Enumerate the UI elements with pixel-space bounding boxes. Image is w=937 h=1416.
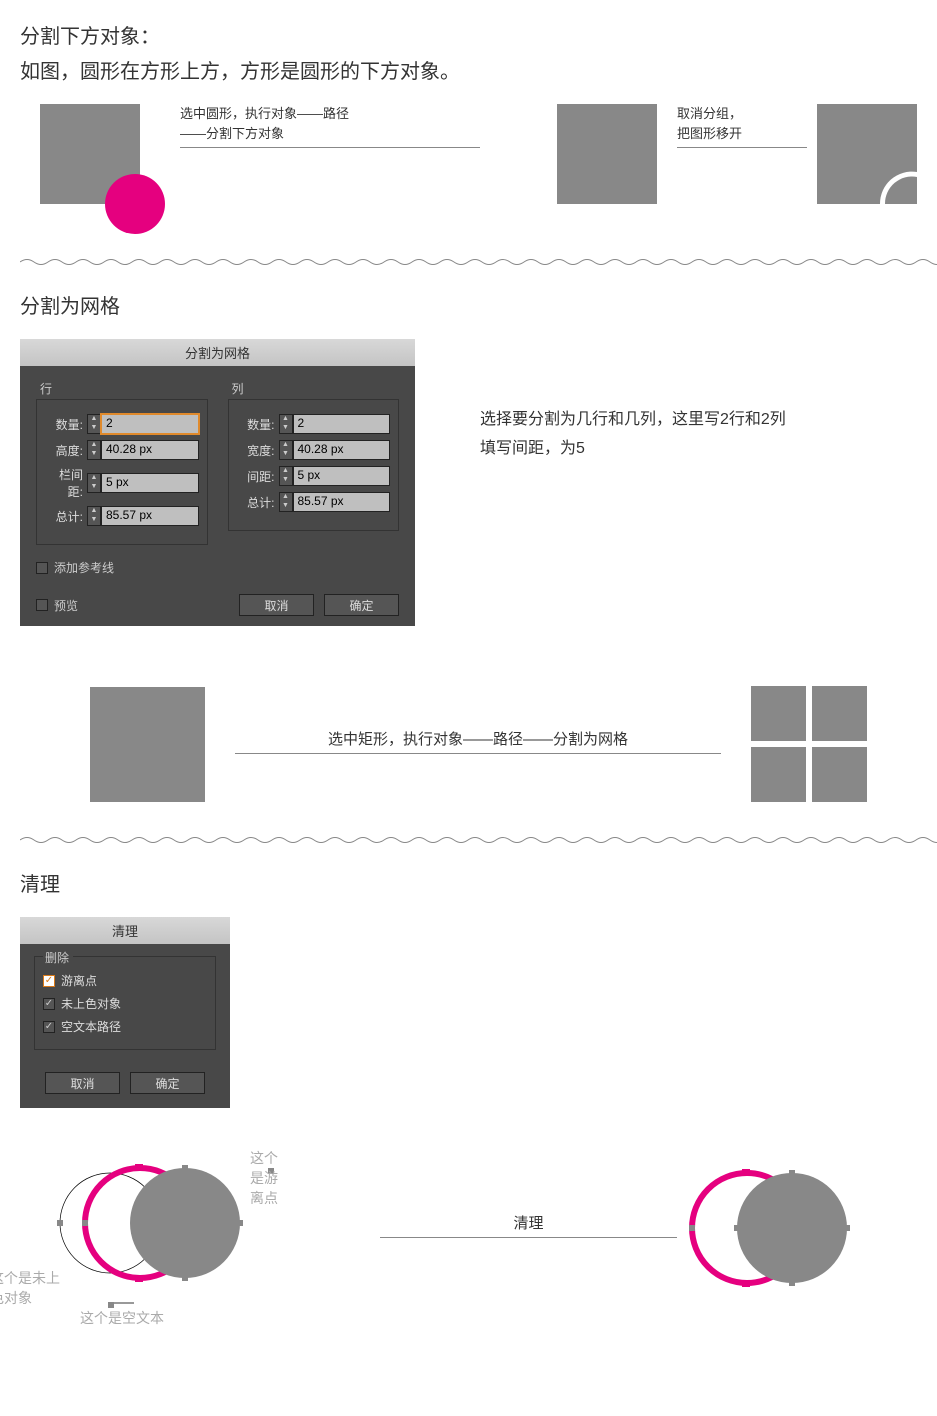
- col-count-label: 数量:: [237, 416, 279, 433]
- shape-square-plain: [557, 104, 657, 204]
- section1-illustration-row: 选中圆形，执行对象——路径——分割下方对象 取消分组， 把图形移开: [40, 104, 917, 234]
- wavy-divider-2: [20, 835, 937, 845]
- section1-title: 分割下方对象：: [20, 20, 917, 49]
- annot-emptytext: 这个是空文本: [80, 1308, 164, 1328]
- col-group-label: 列: [228, 380, 400, 397]
- col-count-input[interactable]: 2: [293, 414, 391, 434]
- divider-line-2: [677, 147, 807, 148]
- after-cleanup-illustration: [677, 1158, 877, 1298]
- stepper[interactable]: ▲▼: [279, 466, 293, 486]
- dialog-title: 分割为网格: [20, 339, 415, 366]
- divider-line-4: [380, 1237, 677, 1238]
- divider-line: [180, 147, 480, 148]
- unfilled-checkbox[interactable]: [43, 998, 55, 1010]
- result-grid: [751, 686, 867, 802]
- col-gap-input[interactable]: 5 px: [293, 466, 391, 486]
- ok-button[interactable]: 确定: [324, 594, 399, 616]
- stepper[interactable]: ▲▼: [87, 414, 101, 434]
- row-group-label: 行: [36, 380, 208, 397]
- col-gap-label: 间距:: [237, 468, 279, 485]
- add-guides-checkbox[interactable]: [36, 562, 48, 574]
- cleanup-cancel-button[interactable]: 取消: [45, 1072, 120, 1094]
- row-gutter-label: 栏间距:: [45, 466, 87, 500]
- preview-checkbox[interactable]: [36, 599, 48, 611]
- row-total-label: 总计:: [45, 508, 87, 525]
- preview-label: 预览: [54, 597, 78, 614]
- row-total-input[interactable]: 85.57 px: [101, 506, 199, 526]
- stepper[interactable]: ▲▼: [279, 492, 293, 512]
- row-height-label: 高度:: [45, 442, 87, 459]
- section2-illustration-row: 选中矩形，执行对象——路径——分割为网格: [90, 686, 917, 802]
- col-total-label: 总计:: [237, 494, 279, 511]
- shape-square-circle-overlap: [40, 104, 170, 234]
- empty-text-checkbox[interactable]: [43, 1021, 55, 1033]
- divider-line-3: [235, 753, 721, 754]
- grey-square-2: [90, 687, 205, 802]
- cleanup-dialog-title: 清理: [20, 917, 230, 944]
- row-gutter-input[interactable]: 5 px: [101, 473, 199, 493]
- annot-unfilled: 这个是未上色对象: [0, 1268, 60, 1308]
- section3-title: 清理: [20, 868, 917, 897]
- cancel-button[interactable]: 取消: [239, 594, 314, 616]
- section1-subtitle: 如图，圆形在方形上方，方形是圆形的下方对象。: [20, 55, 917, 84]
- stepper[interactable]: ▲▼: [279, 414, 293, 434]
- section2-sidenote: 选择要分割为几行和几列，这里写2行和2列 填写间距，为5: [480, 406, 786, 464]
- split-grid-dialog: 分割为网格 行 数量: ▲▼ 2 高度: ▲▼ 40.28 px: [20, 339, 415, 626]
- row-height-input[interactable]: 40.28 px: [101, 440, 199, 460]
- unfilled-label: 未上色对象: [61, 995, 121, 1012]
- stray-points-checkbox[interactable]: [43, 975, 55, 987]
- section2-caption: 选中矩形，执行对象——路径——分割为网格: [235, 728, 721, 749]
- annot-stray: 这个是游离点: [250, 1148, 280, 1208]
- magenta-circle: [105, 174, 165, 234]
- empty-text-label: 空文本路径: [61, 1018, 121, 1035]
- stepper[interactable]: ▲▼: [87, 440, 101, 460]
- stepper[interactable]: ▲▼: [87, 506, 101, 526]
- stepper[interactable]: ▲▼: [87, 473, 101, 493]
- section3-illustration-row: 这个是游离点 这个是未上色对象 这个是空文本 清理: [20, 1148, 917, 1308]
- delete-group-label: 删除: [43, 949, 73, 966]
- col-width-input[interactable]: 40.28 px: [293, 440, 391, 460]
- stepper[interactable]: ▲▼: [279, 440, 293, 460]
- col-total-input[interactable]: 85.57 px: [293, 492, 391, 512]
- row-count-label: 数量:: [45, 416, 87, 433]
- cleanup-dialog: 清理 删除 游离点 未上色对象 空文本路径 取消 确定: [20, 917, 230, 1108]
- stray-points-label: 游离点: [61, 972, 97, 989]
- cleanup-ok-button[interactable]: 确定: [130, 1072, 205, 1094]
- add-guides-label: 添加参考线: [54, 559, 114, 576]
- row-count-input[interactable]: 2: [101, 414, 199, 434]
- col-width-label: 宽度:: [237, 442, 279, 459]
- cleanup-arrow-label: 清理: [380, 1212, 677, 1233]
- wavy-divider: [20, 257, 937, 267]
- caption-left: 选中圆形，执行对象——路径——分割下方对象: [180, 104, 360, 143]
- section2-title: 分割为网格: [20, 290, 917, 319]
- caption-right: 取消分组， 把图形移开: [677, 104, 787, 143]
- shape-square-cut: [817, 104, 917, 207]
